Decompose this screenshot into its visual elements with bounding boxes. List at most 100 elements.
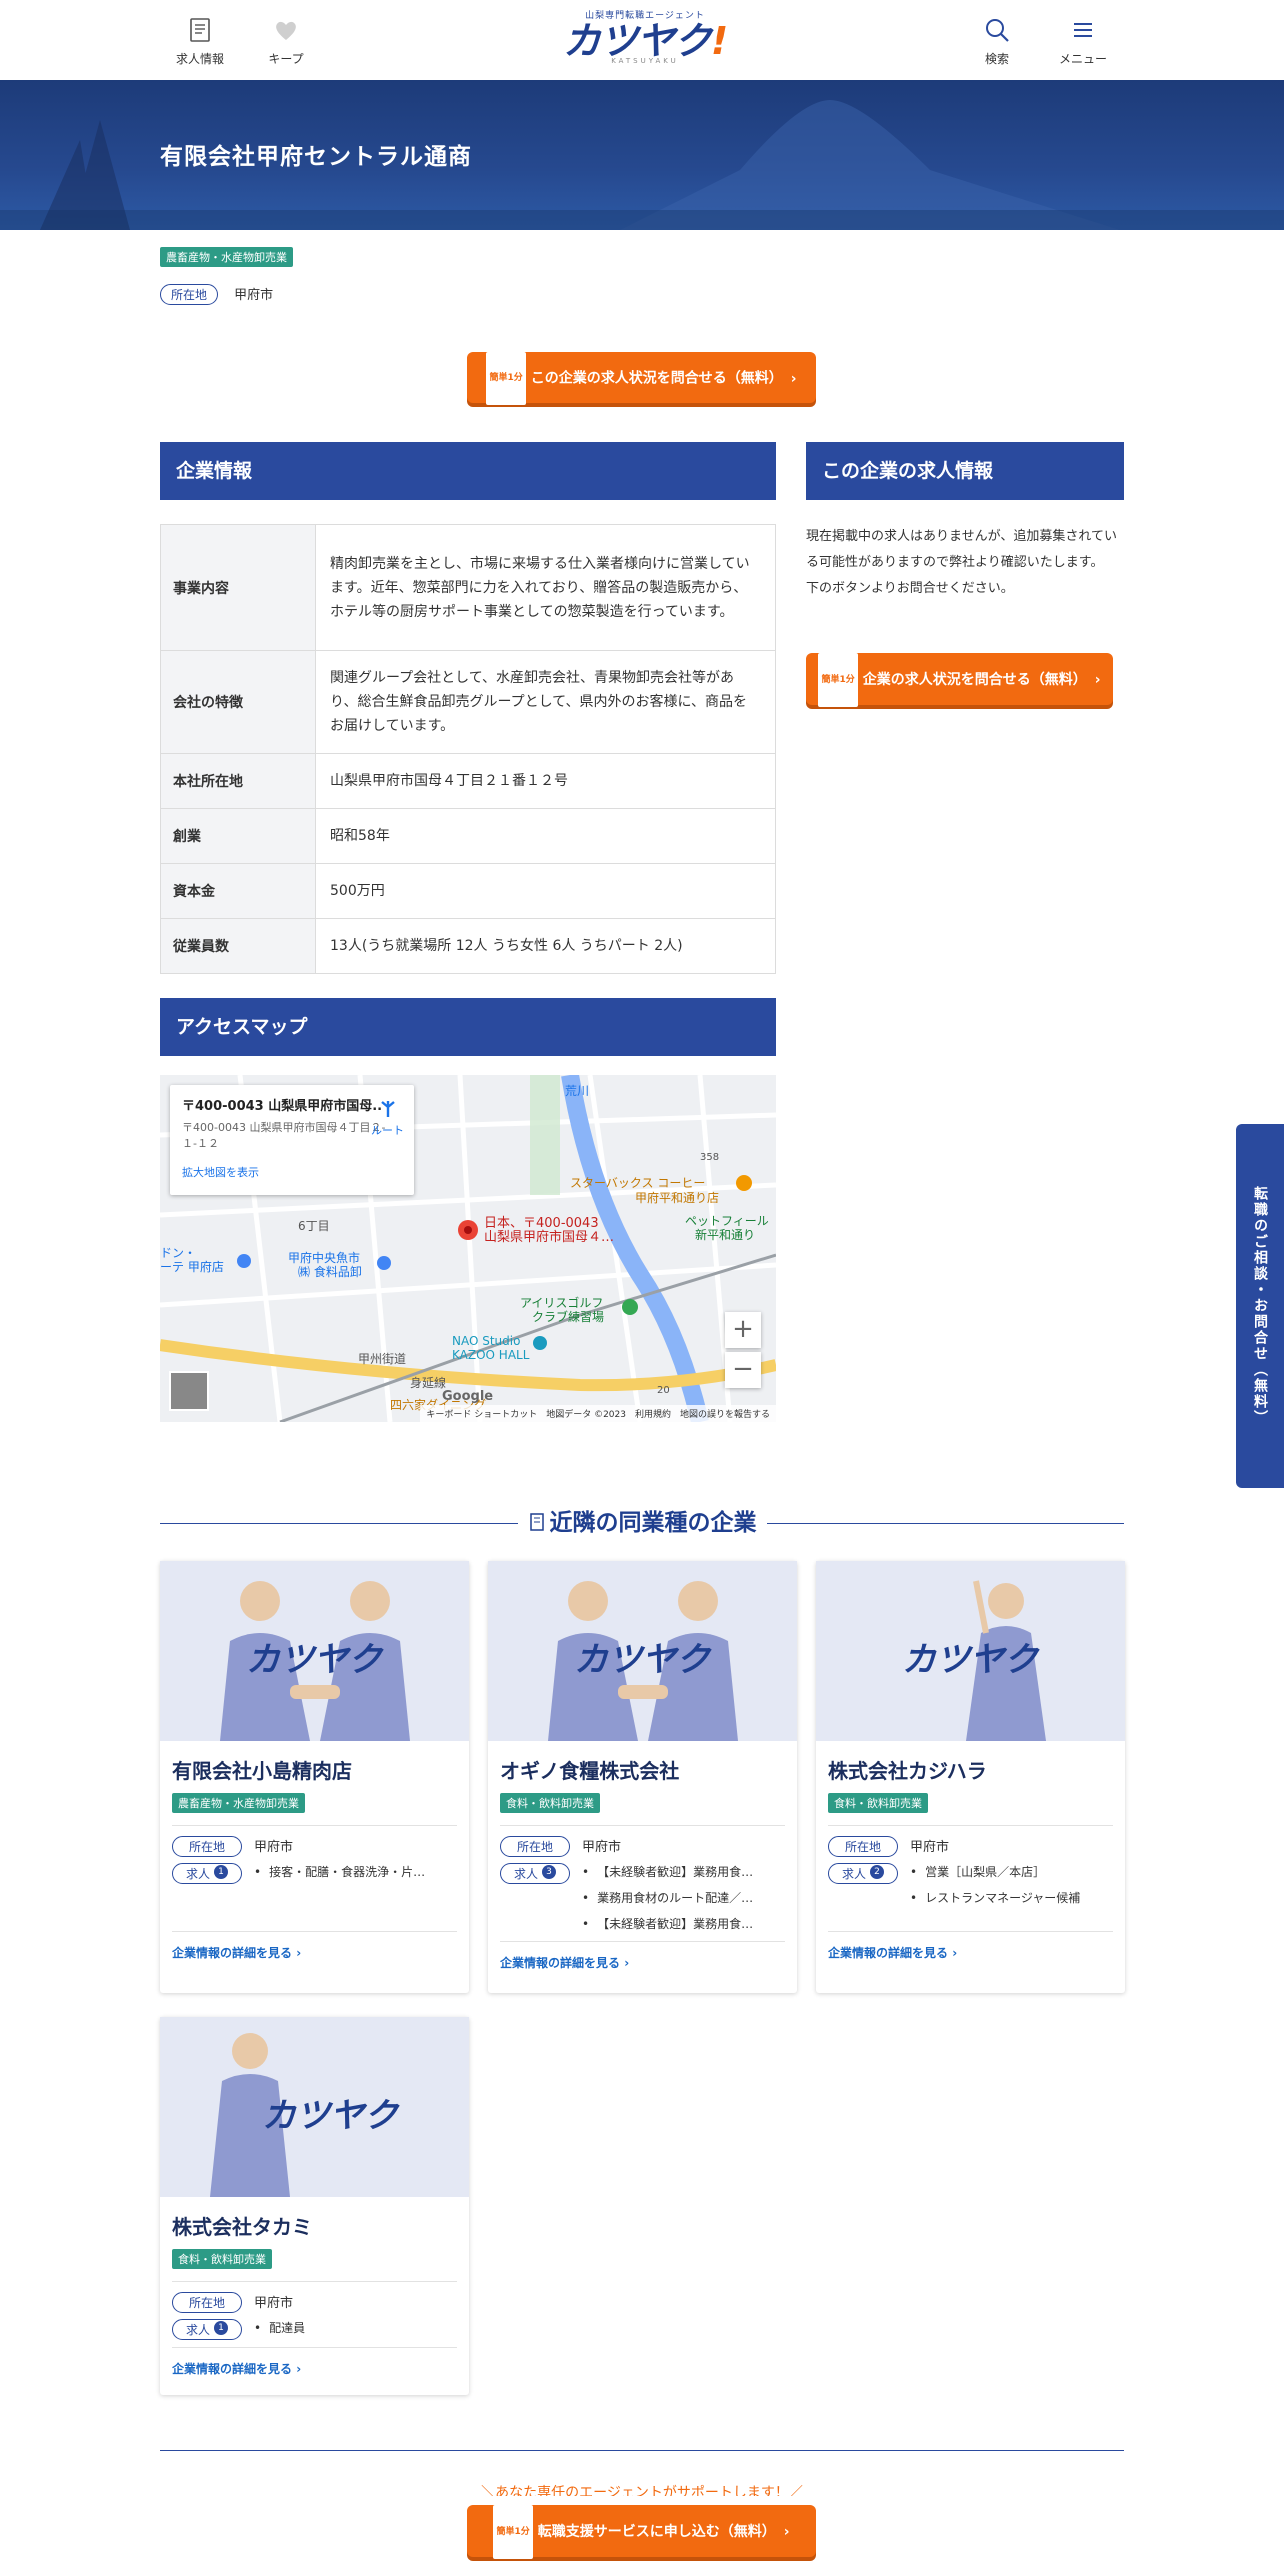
info-label: 資本金 [160, 863, 316, 919]
apply-service-button[interactable]: 簡単1分 転職支援サービスに申し込む（無料） › [467, 2505, 816, 2559]
industry-badge: 食料・飲料卸売業 [828, 1793, 928, 1813]
chevron-right-icon: › [296, 2362, 302, 2376]
card-location-row: 所在地 甲府市 [172, 2292, 457, 2313]
company-jobs-text-1: 現在掲載中の求人はありませんが、追加募集されている可能性がありますので弊社より確… [806, 529, 1117, 570]
map-zoom-in-button[interactable]: + [725, 1312, 761, 1348]
company-hero: 有限会社甲府セントラル通商 [0, 80, 1284, 230]
job-count-badge: 3 [542, 1865, 556, 1879]
access-map[interactable]: スターバックス コーヒー 甲府平和通り店 ペットフィール 新平和通り 6丁目 甲… [160, 1075, 776, 1422]
nearby-company-card[interactable]: カツヤク 株式会社タカミ 食料・飲料卸売業 所在地甲府市 求人 1 配達員 企業情… [160, 2017, 469, 2395]
map-route-button[interactable]: ルート [371, 1099, 404, 1138]
job-item[interactable]: 【未経験者歓迎】業務用食… [582, 1859, 777, 1885]
job-item[interactable]: 営業［山梨県／本店］ [910, 1859, 1105, 1885]
info-row: 会社の特徴 関連グループ会社として、水産卸売会社、青果物卸売会社等があり、総合生鮮… [160, 650, 776, 754]
job-count-badge: 2 [870, 1865, 884, 1879]
info-value: 500万円 [315, 863, 776, 919]
chevron-right-icon: › [783, 2524, 790, 2540]
jobs-label-text: 求人 [841, 1867, 866, 1881]
job-item[interactable]: レストランマネージャー候補 [910, 1885, 1105, 1911]
industry-badge: 食料・飲料卸売業 [172, 2249, 272, 2269]
company-name[interactable]: オギノ食糧株式会社 [500, 1755, 785, 1784]
nav-search[interactable]: 検索 [962, 16, 1032, 67]
company-detail-link[interactable]: 企業情報の詳細を見る › [172, 2347, 457, 2377]
company-name[interactable]: 有限会社小島精肉店 [172, 1755, 457, 1784]
jobs-label: 求人 1 [172, 2319, 242, 2340]
location-label: 所在地 [172, 1836, 242, 1857]
company-detail-label: 企業情報の詳細を見る [172, 2362, 293, 2376]
info-label: 事業内容 [160, 524, 316, 651]
card-location-row: 所在地 甲府市 [500, 1836, 785, 1857]
info-value: 精肉卸売業を主とし、市場に来場する仕入業者様向けに営業しています。近年、惣菜部門… [315, 524, 776, 651]
map-place-golf-range: クラブ練習場 [532, 1309, 604, 1324]
nearby-company-card[interactable]: カツヤク 株式会社カジハラ 食料・飲料卸売業 所在地甲府市 求人 2 営業［山梨県… [816, 1561, 1125, 1993]
inquire-company-button[interactable]: 簡単1分 この企業の求人状況を問合せる（無料） › [467, 352, 816, 405]
job-item[interactable]: 業務用食材のルート配達／… [582, 1885, 777, 1911]
location-label: 所在地 [160, 284, 219, 305]
location-label: 所在地 [828, 1836, 898, 1857]
company-info-heading: 企業情報 [160, 442, 776, 500]
industry-badge[interactable]: 農畜産物・水産物卸売業 [160, 247, 293, 267]
map-place-koshu-kaido: 甲州街道 [358, 1352, 406, 1366]
map-footer: キーボード ショートカット 地図データ ©2023 利用規約 地図の誤りを報告す… [420, 1405, 776, 1422]
company-jobs-text: 現在掲載中の求人はありませんが、追加募集されている可能性がありますので弊社より確… [806, 524, 1124, 602]
info-row: 本社所在地 山梨県甲府市国母４丁目２１番１２号 [160, 753, 776, 809]
industry-badge: 食料・飲料卸売業 [500, 1793, 600, 1813]
card-logo-text: カツヤク [574, 1640, 712, 1680]
map-enlarge-link[interactable]: 拡大地図を表示 [182, 1164, 402, 1180]
card-location-row: 所在地 甲府市 [828, 1836, 1113, 1857]
nav-keep[interactable]: キープ [251, 16, 321, 67]
nav-menu[interactable]: メニュー [1048, 16, 1118, 67]
info-value: 13人(うち就業場所 12人 うち女性 6人 うちパート 2人) [315, 918, 776, 974]
map-place-petfield-branch: 新平和通り [695, 1227, 755, 1242]
info-label: 従業員数 [160, 918, 316, 974]
company-detail-link[interactable]: 企業情報の詳細を見る › [500, 1941, 785, 1971]
info-row: 資本金 500万円 [160, 863, 776, 919]
map-place-donki: ドン・ [160, 1246, 196, 1260]
map-place-fish-market: 甲府中央魚市 [288, 1250, 360, 1265]
jobs-label: 求人 1 [172, 1863, 242, 1884]
company-detail-link[interactable]: 企業情報の詳細を見る › [828, 1931, 1113, 1961]
map-place-petfield: ペットフィール [685, 1214, 769, 1228]
bottom-teaser: ＼あなた専任のエージェントがサポートします！／ [481, 2485, 803, 2496]
nav-job-info-label: 求人情報 [175, 52, 224, 66]
info-label: 会社の特徴 [160, 650, 316, 754]
map-pin-label-2: 山梨県甲府市国母４… [484, 1229, 614, 1245]
location-value: 甲府市 [254, 2296, 294, 2311]
map-zoom-out-button[interactable]: − [725, 1352, 761, 1388]
map-road-358: 358 [700, 1152, 719, 1163]
site-logo[interactable]: 山梨専門転職エージェント カツヤク! KATSUYAKU [555, 8, 735, 72]
nav-job-info[interactable]: 求人情報 [165, 16, 235, 67]
map-card-title: 〒400-0043 山梨県甲府市国母... [182, 1099, 382, 1114]
company-detail-label: 企業情報の詳細を見る [828, 1946, 949, 1960]
info-row: 事業内容 精肉卸売業を主とし、市場に来場する仕入業者様向けに営業しています。近年、… [160, 524, 776, 651]
info-row: 従業員数 13人(うち就業場所 12人 うち女性 6人 うちパート 2人) [160, 918, 776, 974]
apply-service-label: 転職支援サービスに申し込む（無料） [537, 2524, 776, 2540]
job-item[interactable]: 【未経験者歓迎】業務用食… [582, 1911, 777, 1937]
card-jobs-row: 求人1 配達員 [172, 2319, 457, 2341]
bottom-divider [160, 2450, 1124, 2451]
nearby-company-card[interactable]: カツヤク 有限会社小島精肉店 農畜産物・水産物卸売業 所在地甲府市 求人 1 接客… [160, 1561, 469, 1993]
location-label: 所在地 [172, 2292, 242, 2313]
company-detail-label: 企業情報の詳細を見る [500, 1956, 621, 1970]
inquire-jobs-button[interactable]: 簡単1分 企業の求人状況を問合せる（無料） › [806, 653, 1113, 707]
jobs-label-text: 求人 [185, 2323, 210, 2337]
company-name[interactable]: 株式会社カジハラ [828, 1755, 1113, 1784]
industry-badge: 農畜産物・水産物卸売業 [172, 1793, 305, 1813]
consult-side-tab[interactable]: 転職のご相談・お問合せ（無料） [1236, 1124, 1284, 1488]
job-list: 配達員 [254, 2315, 449, 2341]
job-item[interactable]: 配達員 [254, 2315, 449, 2341]
directions-icon [380, 1101, 395, 1117]
location-value: 甲府市 [234, 288, 274, 303]
nav-search-label: 検索 [984, 52, 1009, 66]
company-image: カツヤク [160, 1561, 469, 1741]
company-name[interactable]: 株式会社タカミ [172, 2211, 457, 2240]
map-card-address: 〒400-0043 山梨県甲府市国母４丁目２-１-１２ [182, 1121, 386, 1150]
nearby-company-card[interactable]: カツヤク オギノ食糧株式会社 食料・飲料卸売業 所在地甲府市 求人 3 【未経験者… [488, 1561, 797, 1993]
company-detail-link[interactable]: 企業情報の詳細を見る › [172, 1931, 457, 1961]
card-location-row: 所在地 甲府市 [172, 1836, 457, 1857]
job-item[interactable]: 接客・配膳・食器洗浄・片… [254, 1859, 449, 1885]
map-place-food-wholesale: ㈱ 食料品卸 [298, 1264, 362, 1279]
easy-badge: 簡単1分 [493, 2505, 533, 2559]
map-place-starbucks-branch: 甲府平和通り店 [635, 1190, 719, 1205]
company-meta: 農畜産物・水産物卸売業 所在地 甲府市 [160, 246, 293, 305]
